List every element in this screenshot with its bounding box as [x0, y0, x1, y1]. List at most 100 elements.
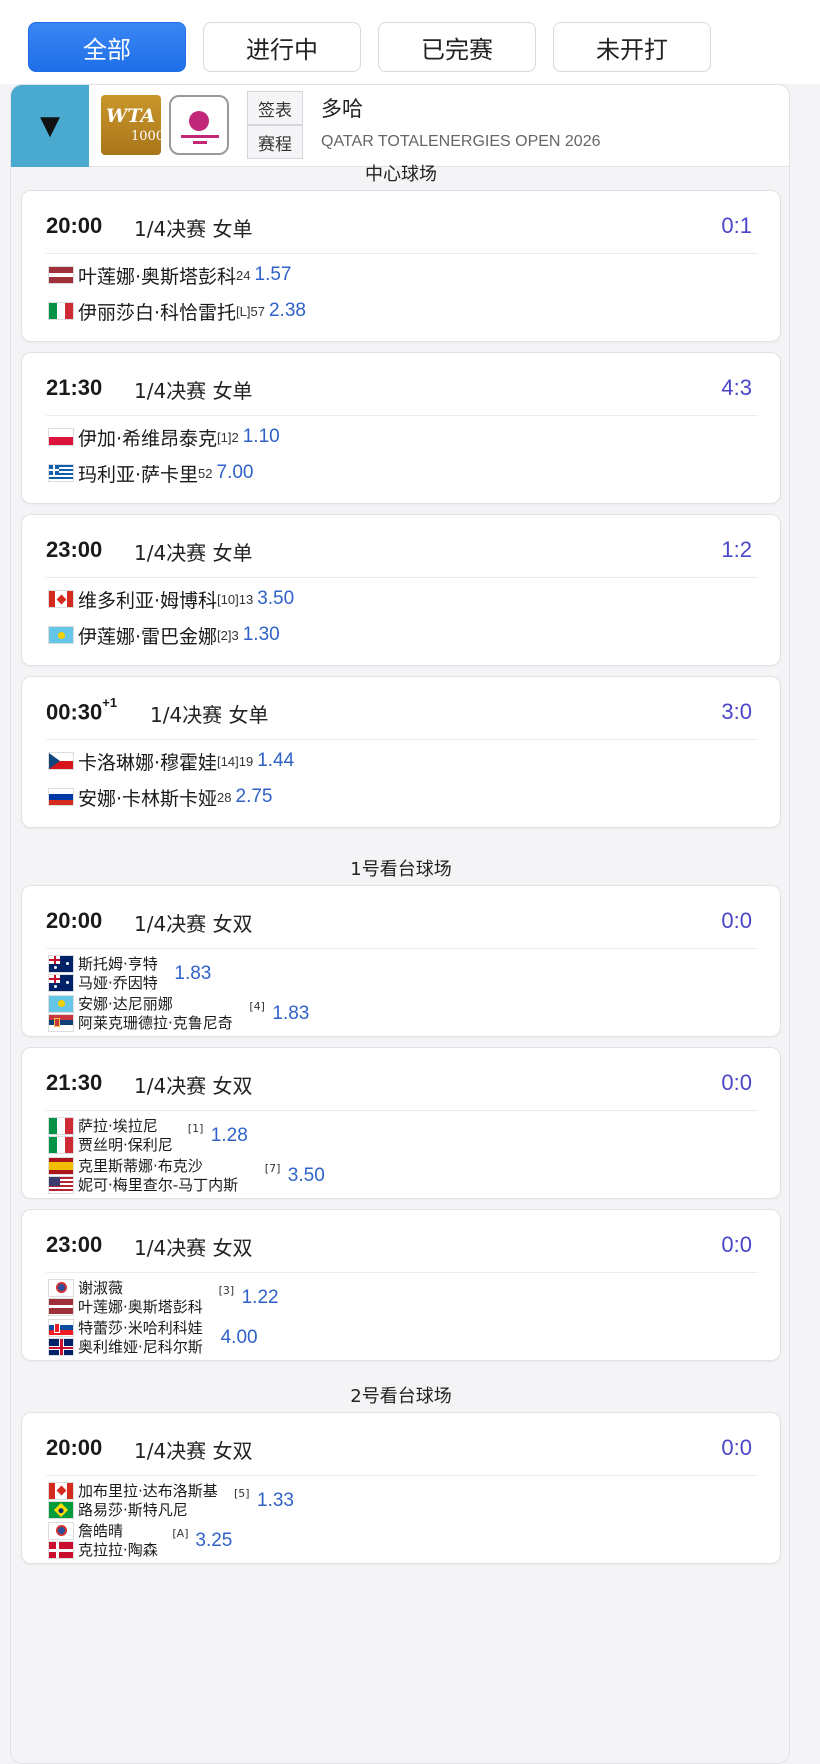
match-score: 4:3: [721, 375, 752, 400]
australia-flag-icon: [48, 954, 74, 973]
doubles-player-row[interactable]: 特蕾莎·米哈利科娃: [48, 1318, 203, 1337]
match-score: 0:0: [721, 1435, 752, 1460]
player-row[interactable]: 卡洛琳娜·穆霍娃 [14]19 1.44: [48, 747, 294, 775]
player-odds[interactable]: 2.38: [269, 300, 306, 322]
player-odds[interactable]: 1.30: [243, 624, 280, 646]
player-row[interactable]: 维多利亚·姆博科 [10]13 3.50: [48, 585, 294, 613]
team-seed: [A]: [172, 1527, 189, 1540]
player-name: 贾丝明·保利尼: [78, 1136, 173, 1154]
player-name: 克里斯蒂娜·布克沙: [78, 1157, 203, 1175]
match-score: 0:0: [721, 1070, 752, 1095]
player-odds[interactable]: 1.57: [255, 264, 292, 286]
latvia-flag-icon: [48, 266, 74, 284]
doubles-player-row[interactable]: 叶莲娜·奥斯塔彭科: [48, 1297, 203, 1316]
player-name: 特蕾莎·米哈利科娃: [78, 1319, 203, 1337]
match-round: 1/4决赛 女单: [134, 541, 253, 565]
match-round: 1/4决赛 女单: [150, 703, 269, 727]
team-seed: [7]: [264, 1162, 281, 1175]
doubles-player-row[interactable]: 詹皓晴: [48, 1521, 123, 1540]
doubles-player-row[interactable]: 加布里拉·达布洛斯基: [48, 1481, 218, 1500]
filter-tab-bar: 全部 进行中 已完赛 未开打: [0, 0, 820, 84]
court-title: 1号看台球场: [350, 859, 452, 880]
court-title: 中心球场: [365, 164, 437, 185]
tab-all[interactable]: 全部: [28, 22, 186, 72]
match-card[interactable]: 21:30 1/4决赛 女单 4:3 伊加·希维昂泰克 [1]2 1.10 玛利亚·萨卡里 5…: [21, 352, 781, 504]
russia-flag-icon: [48, 788, 74, 806]
canada-flag-icon: [48, 1481, 74, 1500]
schedule-button[interactable]: 赛程: [247, 125, 303, 159]
doubles-player-row[interactable]: 路易莎·斯特凡尼: [48, 1500, 188, 1519]
match-card[interactable]: 20:00 1/4决赛 女双 0:0 斯托姆·亨特 马娅·乔因特 1.83 安娜·达尼丽娜阿…: [21, 885, 781, 1037]
doubles-player-row[interactable]: 妮可·梅里查尔-马丁内斯: [48, 1175, 238, 1194]
player-name: 伊莲娜·雷巴金娜: [78, 625, 218, 648]
team-odds[interactable]: 4.00: [221, 1327, 258, 1349]
player-row[interactable]: 玛利亚·萨卡里 52 7.00: [48, 459, 254, 487]
canada-flag-icon: [48, 590, 74, 608]
wta-1000-logo: WTA 1000: [101, 95, 164, 155]
player-row[interactable]: 安娜·卡林斯卡娅 28 2.75: [48, 783, 273, 811]
doubles-player-row[interactable]: 萨拉·埃拉尼: [48, 1116, 158, 1135]
match-card[interactable]: 23:00 1/4决赛 女单 1:2 维多利亚·姆博科 [10]13 3.50 伊莲娜·雷巴…: [21, 514, 781, 666]
match-card[interactable]: 20:00 1/4决赛 女双 0:0 加布里拉·达布洛斯基 路易莎·斯特凡尼 [5] 1.3…: [21, 1412, 781, 1564]
match-time: 21:30: [46, 375, 103, 400]
match-card[interactable]: 21:30 1/4决赛 女双 0:0 萨拉·埃拉尼 贾丝明·保利尼 [1] 1.28 克里斯蒂…: [21, 1047, 781, 1199]
divider: [46, 577, 758, 578]
doubles-player-row[interactable]: 贾丝明·保利尼: [48, 1135, 173, 1154]
kazakhstan-flag-icon: [48, 626, 74, 644]
player-row[interactable]: 伊莲娜·雷巴金娜 [2]3 1.30: [48, 621, 280, 649]
totalenergies-logo: [169, 95, 229, 155]
divider: [46, 253, 758, 254]
match-score: 0:0: [721, 1232, 752, 1257]
match-time: 20:00: [46, 1435, 103, 1460]
team-odds[interactable]: 1.33: [257, 1490, 294, 1512]
doubles-player-row[interactable]: 奥利维娅·尼科尔斯: [48, 1337, 203, 1356]
player-odds[interactable]: 1.10: [243, 426, 280, 448]
totalenergies-bar: [181, 135, 219, 138]
match-score: 0:1: [721, 213, 752, 238]
player-name: 叶莲娜·奥斯塔彭科: [78, 1298, 203, 1316]
doubles-player-row[interactable]: 谢淑薇: [48, 1278, 123, 1297]
doubles-player-row[interactable]: 斯托姆·亨特: [48, 954, 158, 973]
usa-flag-icon: [48, 1175, 74, 1194]
team-odds[interactable]: 3.50: [288, 1165, 325, 1187]
doubles-player-row[interactable]: 安娜·达尼丽娜: [48, 994, 173, 1013]
doubles-player-row[interactable]: 克拉拉·陶森: [48, 1540, 158, 1559]
player-seed: [1]2: [217, 429, 239, 445]
draw-button[interactable]: 签表: [247, 91, 303, 125]
triangle-down-icon: ▼: [40, 111, 60, 141]
divider: [46, 1475, 758, 1476]
denmark-flag-icon: [48, 1540, 74, 1559]
player-name: 伊加·希维昂泰克: [78, 427, 218, 450]
divider: [46, 739, 758, 740]
team-odds[interactable]: 1.83: [174, 963, 211, 985]
match-card[interactable]: 00:30+1 1/4决赛 女单 3:0 卡洛琳娜·穆霍娃 [14]19 1.44 安娜·卡…: [21, 676, 781, 828]
team-odds[interactable]: 1.83: [272, 1003, 309, 1025]
player-name: 路易莎·斯特凡尼: [78, 1501, 188, 1519]
doubles-player-row[interactable]: 马娅·乔因特: [48, 973, 158, 992]
doubles-player-row[interactable]: 阿莱克珊德拉·克鲁尼奇: [48, 1013, 233, 1032]
match-card[interactable]: 20:00 1/4决赛 女单 0:1 叶莲娜·奥斯塔彭科 24 1.57 伊丽莎白·科恰雷托…: [21, 190, 781, 342]
collapse-toggle[interactable]: ▼: [11, 85, 89, 167]
player-seed: [2]3: [217, 627, 239, 643]
match-card[interactable]: 23:00 1/4决赛 女双 0:0 谢淑薇 叶莲娜·奥斯塔彭科 [3] 1.22 特蕾莎·米…: [21, 1209, 781, 1361]
player-odds[interactable]: 2.75: [236, 786, 273, 808]
tab-not-started[interactable]: 未开打: [553, 22, 711, 72]
player-row[interactable]: 伊丽莎白·科恰雷托 [L]57 2.38: [48, 297, 306, 325]
player-name: 安娜·卡林斯卡娅: [78, 787, 218, 810]
player-odds[interactable]: 1.44: [257, 750, 294, 772]
doubles-player-row[interactable]: 克里斯蒂娜·布克沙: [48, 1156, 203, 1175]
tab-completed[interactable]: 已完赛: [378, 22, 536, 72]
player-odds[interactable]: 7.00: [217, 462, 254, 484]
team-odds[interactable]: 3.25: [195, 1530, 232, 1552]
player-row[interactable]: 伊加·希维昂泰克 [1]2 1.10: [48, 423, 280, 451]
team-odds[interactable]: 1.28: [211, 1125, 248, 1147]
team-odds[interactable]: 1.22: [242, 1287, 279, 1309]
match-time: 00:30+1: [46, 695, 118, 725]
player-row[interactable]: 叶莲娜·奥斯塔彭科 24 1.57: [48, 261, 292, 289]
tournament-header: ▼ WTA 1000 签表 赛程 多哈 QATAR TOTALENERGIES …: [11, 85, 789, 167]
match-time: 21:30: [46, 1070, 103, 1095]
player-odds[interactable]: 3.50: [257, 588, 294, 610]
totalenergies-dot: [189, 111, 209, 131]
greece-flag-icon: [48, 464, 74, 482]
tab-in-progress[interactable]: 进行中: [203, 22, 361, 72]
